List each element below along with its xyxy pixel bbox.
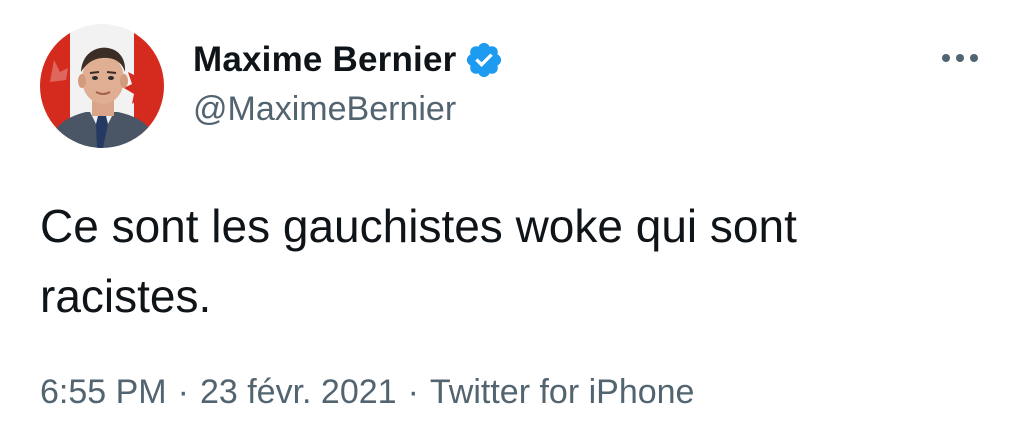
tweet-source[interactable]: Twitter for iPhone [430,373,695,412]
more-options-icon[interactable] [940,50,980,66]
meta-separator: · [177,373,189,411]
tweet-card: Maxime Bernier @MaximeBernier Ce sont le… [0,0,1024,430]
tweet-text: Ce sont les gauchistes woke qui sont rac… [40,200,797,322]
author-handle[interactable]: @MaximeBernier [193,90,456,129]
tweet-metadata: 6:55 PM · 23 févr. 2021 · Twitter for iP… [40,373,694,412]
verified-badge-icon [467,42,502,78]
author-name-row: Maxime Bernier [193,38,504,82]
avatar[interactable] [40,24,164,148]
author-display-name[interactable]: Maxime Bernier [193,40,456,80]
tweet-date[interactable]: 23 févr. 2021 [200,373,397,412]
tweet-time[interactable]: 6:55 PM [40,373,167,412]
meta-separator: · [407,373,419,411]
